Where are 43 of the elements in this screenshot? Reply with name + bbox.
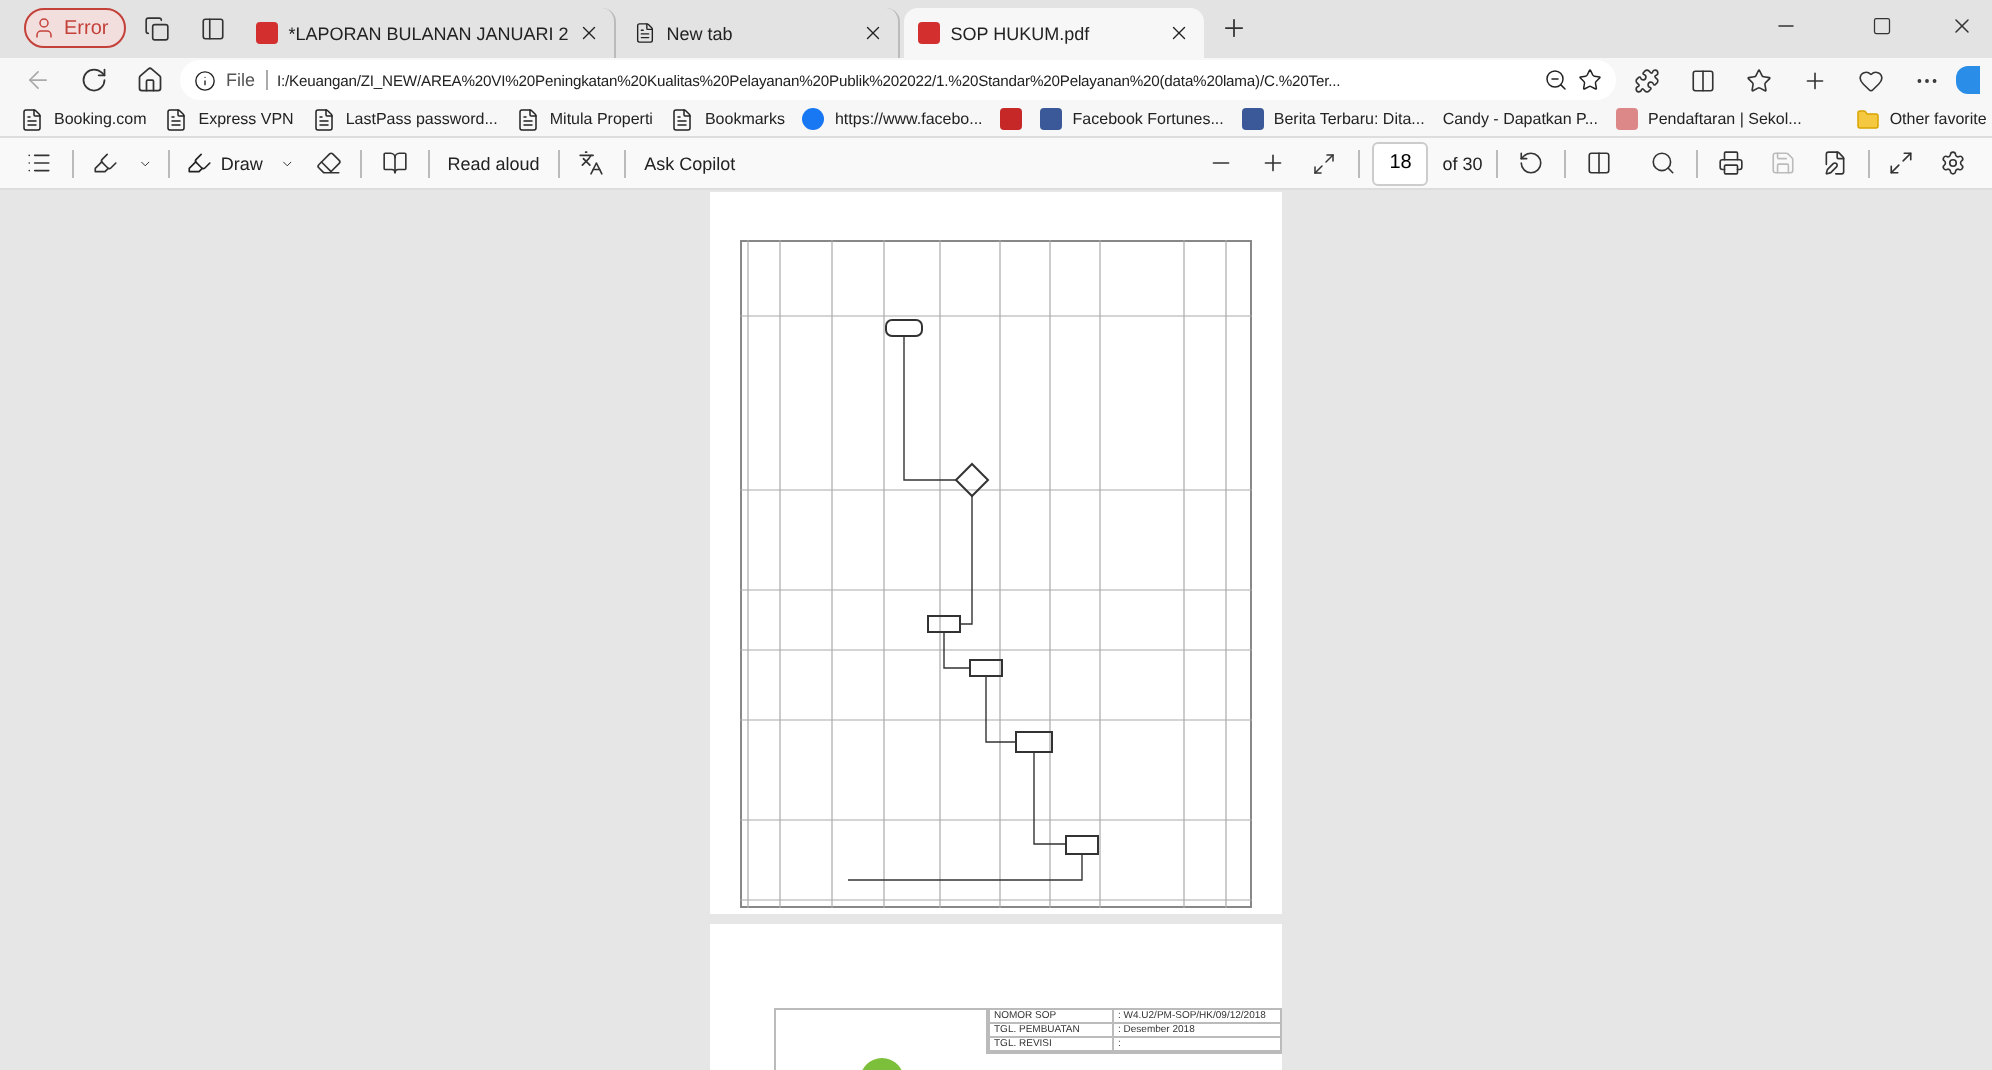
bookmark-link[interactable]: Facebook Fortunes... — [1040, 108, 1224, 130]
bookmark-link[interactable]: Berita Terbaru: Dita... — [1241, 108, 1425, 130]
page-count-label: of 30 — [1442, 153, 1483, 173]
ff-logo-icon — [1040, 108, 1063, 130]
close-icon[interactable] — [862, 22, 885, 44]
pdf-icon — [918, 22, 941, 44]
person-icon — [32, 16, 56, 40]
pdf-icon — [256, 22, 279, 44]
bookmark-link[interactable]: https://www.facebo... — [802, 108, 983, 130]
draw-button[interactable]: Draw — [182, 150, 267, 176]
browser-tab[interactable]: SOP HUKUM.pdf — [904, 8, 1205, 58]
page-icon — [164, 107, 189, 131]
page-icon — [311, 107, 336, 131]
read-aloud-button[interactable]: Read aloud — [443, 153, 544, 173]
bookmark-link[interactable]: LastPass password... — [311, 107, 498, 131]
profile-button[interactable]: Error — [24, 8, 127, 48]
pen-icon — [186, 150, 213, 176]
bookmark-link[interactable] — [1000, 108, 1023, 130]
folder-icon — [1855, 107, 1880, 131]
site-logo-icon — [1616, 108, 1639, 130]
ask-copilot-button[interactable]: Ask Copilot — [640, 153, 740, 173]
close-icon[interactable] — [1168, 22, 1191, 44]
facebook-logo-icon — [802, 108, 825, 130]
copilot-icon[interactable] — [1956, 66, 1980, 94]
page-icon — [670, 107, 695, 131]
ff-logo-icon — [1241, 108, 1264, 130]
page-icon — [20, 107, 44, 131]
bookmark-link[interactable]: Candy - Dapatkan P... — [1442, 110, 1599, 128]
close-icon[interactable] — [578, 22, 601, 44]
zoom-out-icon[interactable] — [1544, 68, 1568, 92]
scheme-label: File — [226, 70, 268, 90]
bookmark-link[interactable]: Bookmarks — [670, 107, 785, 131]
page-icon — [634, 22, 657, 44]
pdf-icon — [1000, 108, 1023, 130]
bookmark-link[interactable]: Mitula Properti — [515, 107, 653, 131]
bookmark-link[interactable]: Express VPN — [164, 107, 294, 131]
page-icon — [515, 107, 540, 131]
page-number-field[interactable]: 18 — [1372, 141, 1429, 185]
star-icon[interactable] — [1578, 68, 1602, 92]
bookmark-link[interactable]: Booking.com — [20, 107, 147, 131]
bookmark-folder[interactable]: Other favorite — [1855, 107, 1987, 131]
info-icon — [194, 69, 216, 91]
bookmark-link[interactable]: Pendaftaran | Sekol... — [1616, 108, 1802, 130]
